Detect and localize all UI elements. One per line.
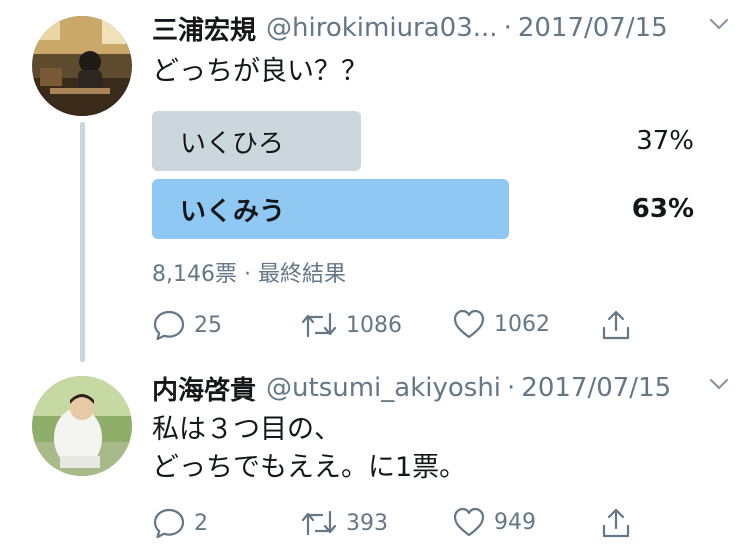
like-button[interactable]: 1062 [452, 308, 550, 340]
retweet-icon [300, 506, 338, 540]
tweet-date[interactable]: 2017/07/15 [521, 373, 671, 403]
like-button[interactable]: 949 [452, 506, 536, 538]
poll-option-bar-winner: いくみう [152, 179, 509, 239]
author-name[interactable]: 三浦宏規 [152, 10, 256, 47]
separator-dot: · [503, 13, 512, 43]
avatar[interactable] [32, 16, 132, 116]
reply-icon [152, 506, 186, 540]
author-name[interactable]: 内海啓貴 [152, 370, 256, 407]
poll-result-meta: 8,146票 · 最終結果 [152, 262, 346, 287]
separator-dot: · [507, 373, 516, 403]
poll-option-percent: 37% [636, 126, 694, 156]
retweet-button[interactable]: 1086 [300, 308, 402, 342]
author-handle[interactable]: @utsumi_akiyoshi [266, 373, 501, 403]
share-button[interactable] [600, 506, 632, 540]
chevron-down-icon[interactable] [708, 12, 730, 42]
tweet-actions: 25 1086 1062 [152, 308, 650, 348]
poll-option-bar: いくひろ [152, 111, 361, 171]
retweet-count: 1086 [346, 312, 402, 338]
chevron-down-icon[interactable] [708, 372, 730, 402]
tweet-header: 三浦宏規 @hirokimiura03... · 2017/07/15 [152, 10, 730, 46]
author-handle[interactable]: @hirokimiura03... [266, 13, 498, 43]
retweet-icon [300, 308, 338, 342]
reply-count: 25 [194, 312, 222, 338]
tweet-date[interactable]: 2017/07/15 [518, 13, 668, 43]
thread-line [80, 122, 85, 362]
tweet-header: 内海啓貴 @utsumi_akiyoshi · 2017/07/15 [152, 370, 730, 406]
like-count: 1062 [494, 311, 550, 337]
retweet-button[interactable]: 393 [300, 506, 388, 540]
reply-icon [152, 308, 186, 342]
like-count: 949 [494, 509, 536, 535]
reply-button[interactable]: 2 [152, 506, 208, 540]
like-icon [452, 506, 486, 538]
tweet-text-line: 私は３つ目の、 [152, 414, 341, 445]
tweet-text: どっちが良い？？ [152, 56, 368, 87]
retweet-count: 393 [346, 510, 388, 536]
poll-option-percent: 63% [631, 194, 694, 224]
avatar[interactable] [32, 376, 132, 476]
reply-button[interactable]: 25 [152, 308, 222, 342]
poll-option-label: いくひろ [180, 128, 285, 159]
share-icon [600, 308, 632, 342]
tweet-text-line: どっちでもええ。に1票。 [152, 452, 467, 483]
share-button[interactable] [600, 308, 632, 342]
tweet-actions: 2 393 949 [152, 506, 650, 546]
like-icon [452, 308, 486, 340]
share-icon [600, 506, 632, 540]
poll-option-label: いくみう [180, 196, 286, 227]
reply-count: 2 [194, 510, 208, 536]
